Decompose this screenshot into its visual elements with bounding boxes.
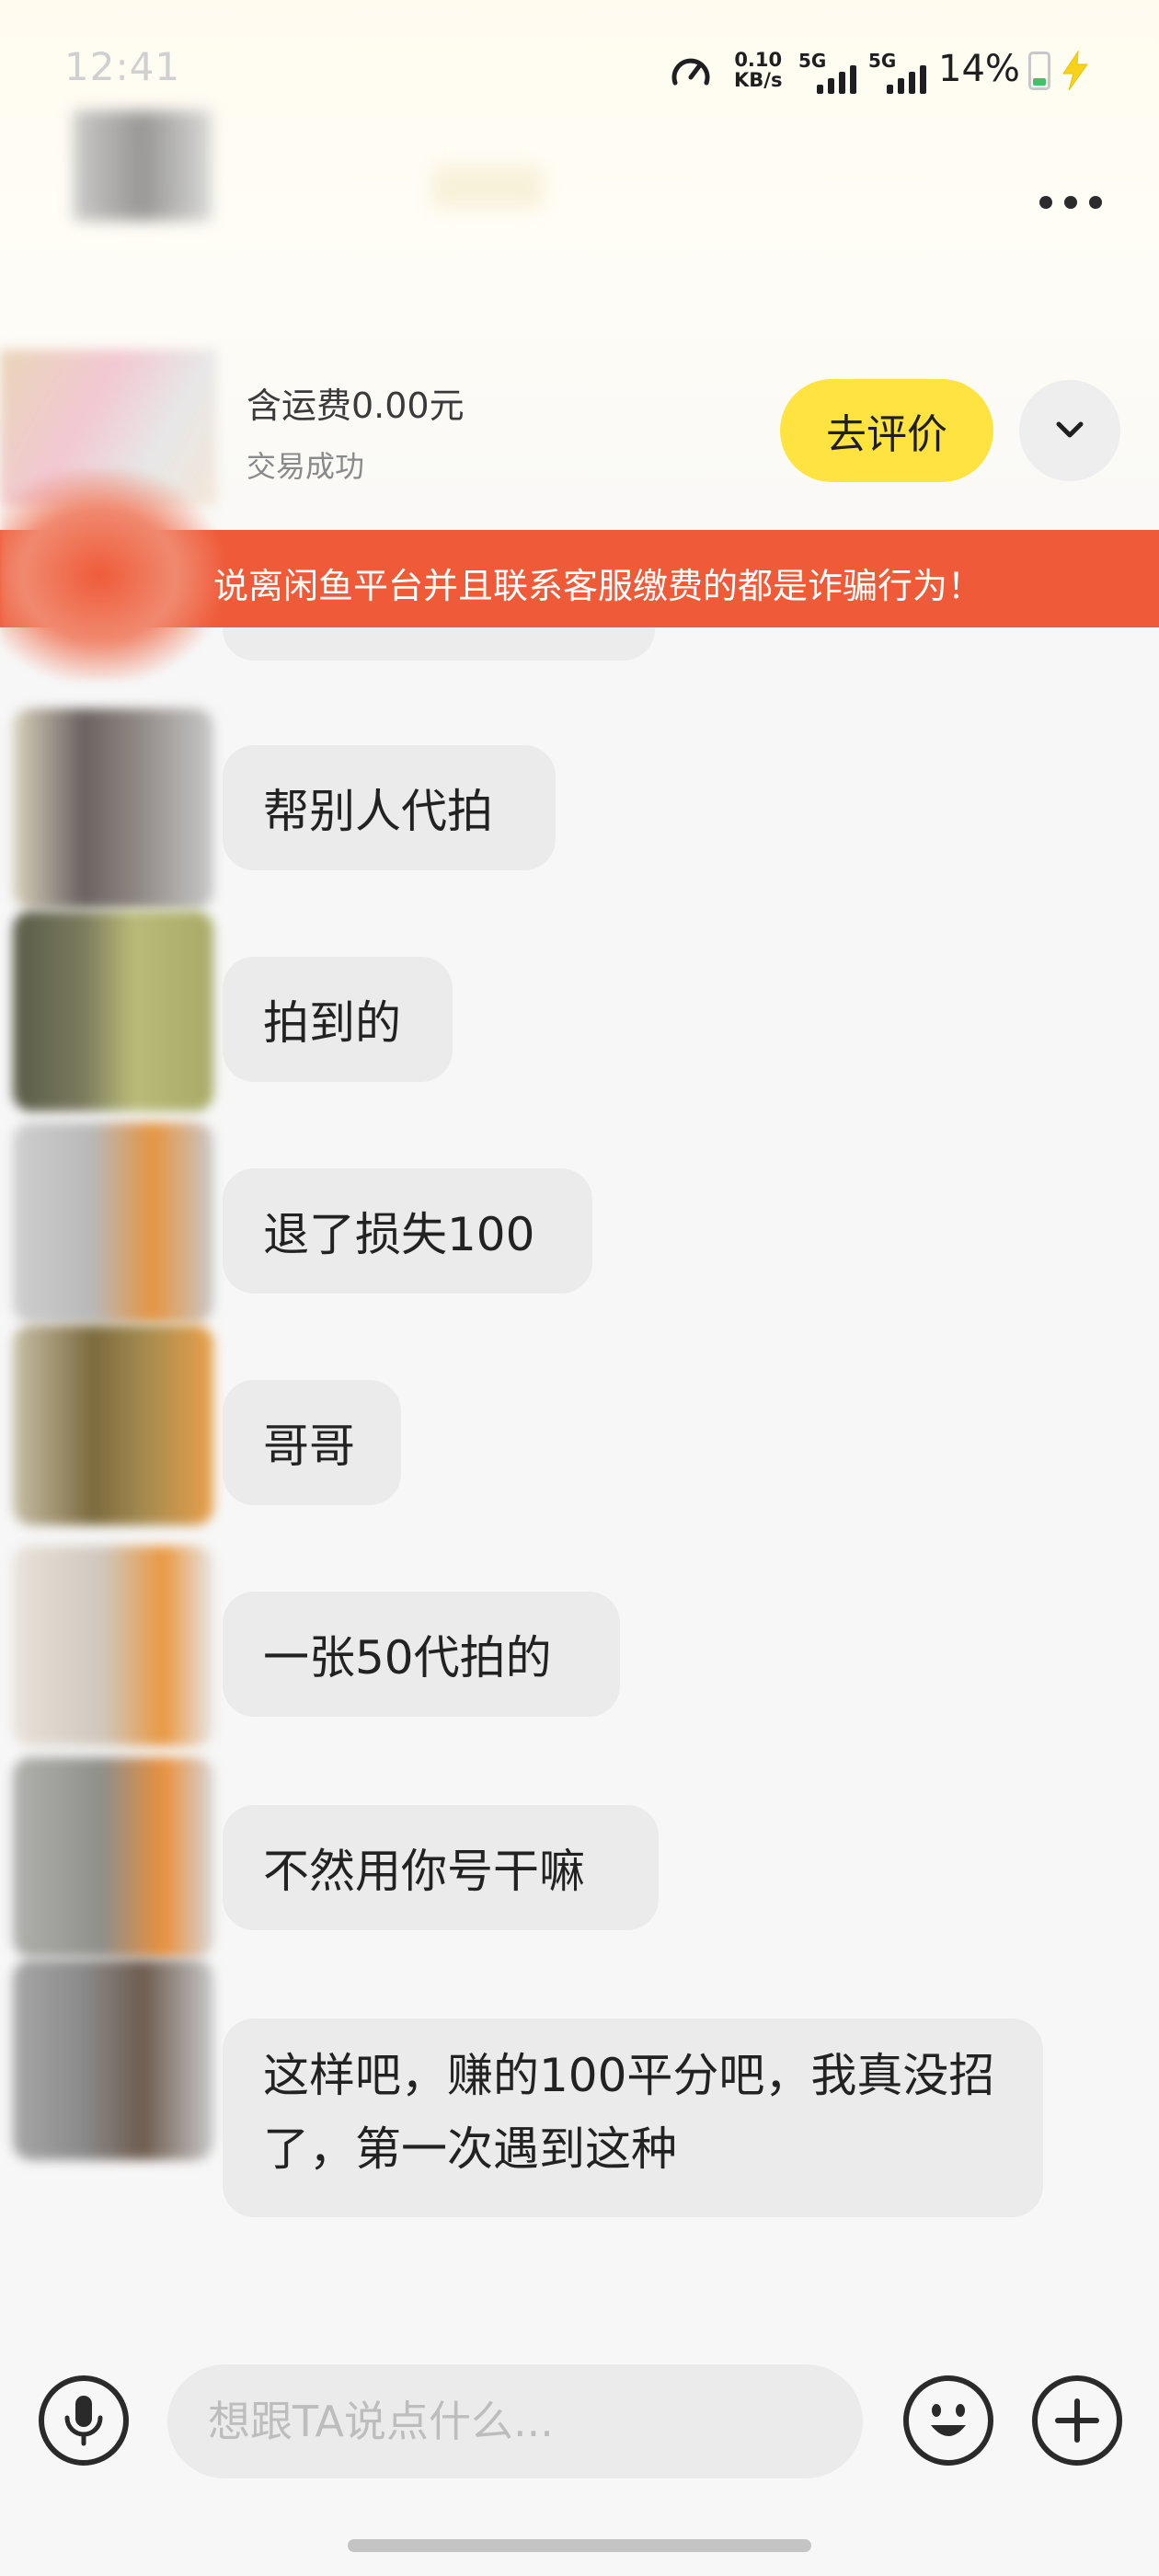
avatar[interactable] bbox=[13, 1960, 213, 2160]
network-speed-value: 0.10 bbox=[734, 49, 783, 71]
avatar[interactable] bbox=[0, 469, 221, 681]
chevron-down-icon bbox=[1056, 421, 1084, 438]
back-button[interactable] bbox=[74, 110, 212, 221]
message-bubble[interactable]: 一张50代拍的 bbox=[223, 1592, 620, 1717]
avatar[interactable] bbox=[13, 1325, 213, 1525]
message-bubble[interactable]: 这样吧，赚的100平分吧，我真没招了，第一次遇到这种 bbox=[223, 2018, 1043, 2217]
order-status-text: 交易成功 bbox=[247, 449, 365, 484]
collapse-card-button[interactable] bbox=[1019, 380, 1120, 481]
shipping-fee-text: 含运费0.00元 bbox=[247, 385, 465, 426]
message-text: 不然用你号干嘛 bbox=[263, 1845, 585, 1898]
network-speed: 0.10 KB/s bbox=[734, 50, 782, 90]
message-bubble[interactable]: 哥哥 bbox=[223, 1380, 401, 1505]
message-text: 一张50代拍的 bbox=[263, 1631, 552, 1685]
rate-button[interactable]: 去评价 bbox=[780, 379, 993, 482]
battery-percentage: 14% bbox=[938, 48, 1020, 90]
message-bubble[interactable]: 拍到的 bbox=[223, 957, 453, 1082]
message-text: 哥哥 bbox=[263, 1420, 355, 1473]
emoji-icon[interactable] bbox=[901, 2374, 995, 2467]
microphone-icon[interactable] bbox=[37, 2374, 131, 2467]
avatar[interactable] bbox=[13, 911, 213, 1111]
message-text: 退了损失100 bbox=[263, 1208, 535, 1261]
message-text: 这样吧，赚的100平分吧，我真没招了，第一次遇到这种 bbox=[263, 2049, 995, 2176]
message-input[interactable] bbox=[167, 2364, 863, 2478]
signal-sim1-icon: 5G bbox=[798, 50, 872, 94]
signal-sim2-icon: 5G bbox=[868, 50, 942, 94]
home-indicator[interactable] bbox=[348, 2539, 811, 2552]
battery-icon bbox=[1028, 52, 1050, 90]
avatar[interactable] bbox=[13, 1757, 213, 1958]
charging-bolt-icon bbox=[1062, 50, 1088, 91]
message-bubble-partial bbox=[223, 627, 655, 661]
plus-icon[interactable] bbox=[1030, 2374, 1124, 2467]
more-options-button[interactable] bbox=[1039, 184, 1113, 221]
more-dot-icon bbox=[1064, 196, 1077, 209]
avatar[interactable] bbox=[13, 1546, 213, 1746]
message-text: 拍到的 bbox=[263, 996, 401, 1050]
chat-title bbox=[432, 166, 543, 208]
message-text: 帮别人代拍 bbox=[263, 785, 493, 838]
message-bubble[interactable]: 不然用你号干嘛 bbox=[223, 1805, 659, 1930]
speedometer-icon bbox=[671, 58, 710, 86]
message-bubble[interactable]: 帮别人代拍 bbox=[223, 745, 556, 870]
more-dot-icon bbox=[1039, 196, 1052, 209]
network-speed-unit: KB/s bbox=[734, 69, 783, 91]
avatar[interactable] bbox=[13, 708, 213, 909]
more-dot-icon bbox=[1089, 196, 1102, 209]
status-time: 12:41 bbox=[64, 44, 181, 89]
avatar[interactable] bbox=[13, 1122, 213, 1323]
message-bubble[interactable]: 退了损失100 bbox=[223, 1168, 592, 1294]
fraud-warning-text: 说离闲鱼平台并且联系客服缴费的都是诈骗行为！ bbox=[213, 566, 983, 606]
